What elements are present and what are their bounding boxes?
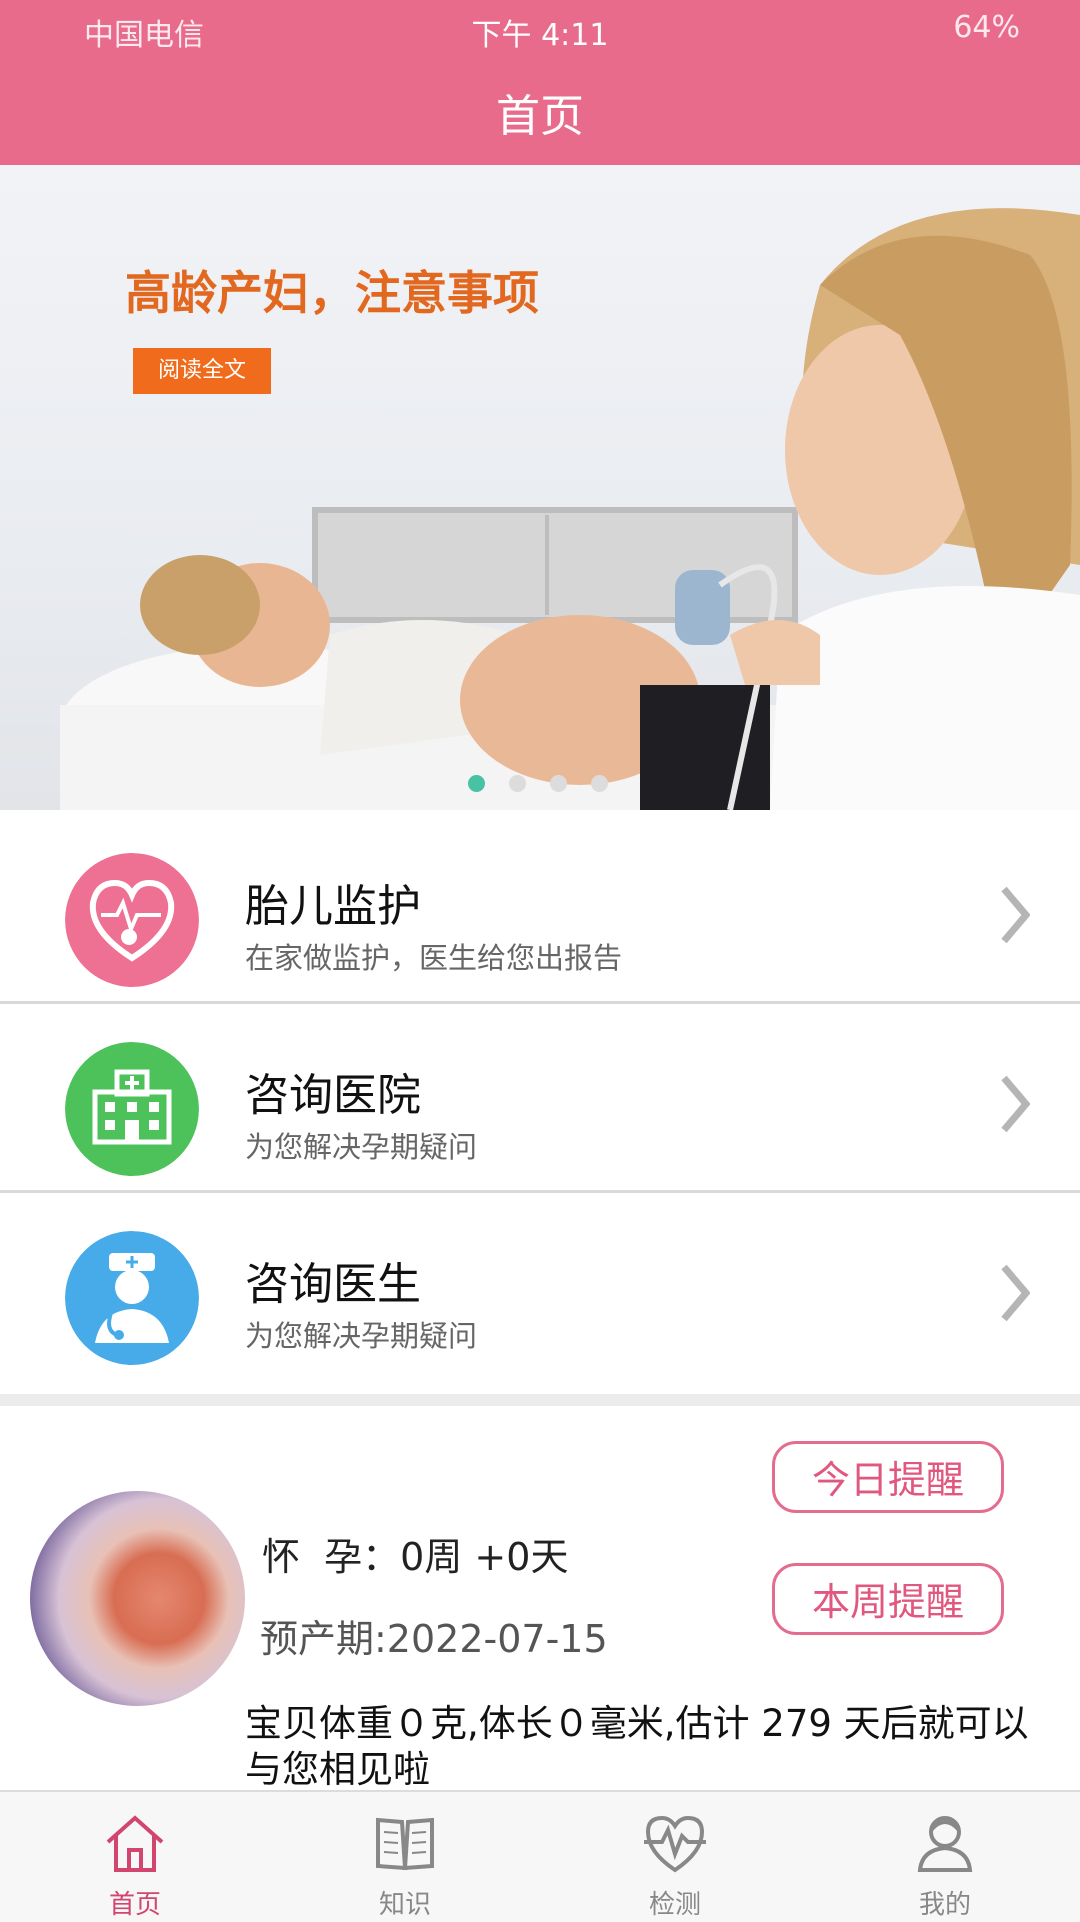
pregnancy-duration: 怀 孕：0周 +0天: [262, 1526, 568, 1581]
pregnancy-card: 怀 孕：0周 +0天 预产期:2022-07-15 今日提醒 本周提醒 宝贝体重…: [0, 1406, 1080, 1791]
app-header: 中国电信 下午 4:11 64% 首页: [0, 0, 1080, 165]
chevron-right-icon: [1001, 886, 1030, 944]
promo-banner[interactable]: 高龄产妇，注意事项 阅读全文: [0, 165, 1080, 810]
read-full-button[interactable]: 阅读全文: [133, 348, 271, 394]
menu-item-consult-doctor[interactable]: 咨询医生 为您解决孕期疑问: [0, 1193, 1080, 1379]
tab-label: 检测: [648, 1890, 701, 1920]
book-icon: [376, 1817, 434, 1871]
tab-knowledge[interactable]: 知识: [270, 1792, 540, 1922]
baby-status-message: 宝贝体重０克,体长０毫米,估计 279 天后就可以与您相见啦: [245, 1702, 1029, 1791]
tab-mine[interactable]: 我的: [810, 1792, 1080, 1922]
banner-headline: 高龄产妇，注意事项: [125, 266, 539, 320]
user-icon: [917, 1816, 973, 1872]
tab-label: 知识: [378, 1890, 431, 1920]
status-time: 下午 4:11: [471, 18, 609, 53]
menu-subtitle: 为您解决孕期疑问: [245, 1319, 478, 1353]
embryo-image: [30, 1491, 245, 1706]
carousel-dot[interactable]: [550, 775, 567, 792]
chevron-right-icon: [1001, 1264, 1030, 1322]
carousel-dot[interactable]: [509, 775, 526, 792]
pregnancy-label: 怀 孕：: [262, 1535, 401, 1579]
service-menu: 胎儿监护 在家做监护，医生给您出报告 咨询医院 为您解决孕期疑问 咨询医生 为您…: [0, 815, 1080, 1379]
due-date: 预产期:2022-07-15: [260, 1617, 608, 1661]
battery-label: 64%: [953, 10, 1020, 45]
page-title: 首页: [496, 91, 584, 142]
menu-title: 咨询医院: [245, 1070, 421, 1121]
menu-title: 咨询医生: [245, 1259, 421, 1310]
chevron-right-icon: [1001, 1075, 1030, 1133]
tab-home[interactable]: 首页: [0, 1792, 270, 1922]
today-reminder-button[interactable]: 今日提醒: [772, 1441, 1004, 1513]
heart-monitor-icon: [644, 1815, 706, 1873]
doctor-icon: [65, 1231, 199, 1365]
menu-item-consult-hospital[interactable]: 咨询医院 为您解决孕期疑问: [0, 1004, 1080, 1193]
fetal-heart-icon: [65, 853, 199, 987]
status-bar: 中国电信 下午 4:11 64%: [0, 6, 1080, 53]
pregnancy-weeks-days: 0周 +0天: [400, 1535, 569, 1579]
carousel-dot[interactable]: [591, 775, 608, 792]
week-reminder-button[interactable]: 本周提醒: [772, 1563, 1004, 1635]
hospital-icon: [65, 1042, 199, 1176]
carousel-dot[interactable]: [468, 775, 485, 792]
tab-label: 我的: [918, 1890, 971, 1920]
bottom-tab-bar: 首页 知识 检测 我的: [0, 1790, 1080, 1922]
section-divider: [0, 1394, 1080, 1406]
menu-subtitle: 为您解决孕期疑问: [245, 1130, 478, 1164]
tab-label: 首页: [108, 1890, 161, 1920]
menu-title: 胎儿监护: [245, 881, 421, 932]
menu-item-fetal-monitoring[interactable]: 胎儿监护 在家做监护，医生给您出报告: [0, 815, 1080, 1004]
tab-test[interactable]: 检测: [540, 1792, 810, 1922]
carousel-dots: [468, 775, 608, 792]
menu-subtitle: 在家做监护，医生给您出报告: [245, 941, 623, 975]
home-icon: [106, 1815, 164, 1872]
